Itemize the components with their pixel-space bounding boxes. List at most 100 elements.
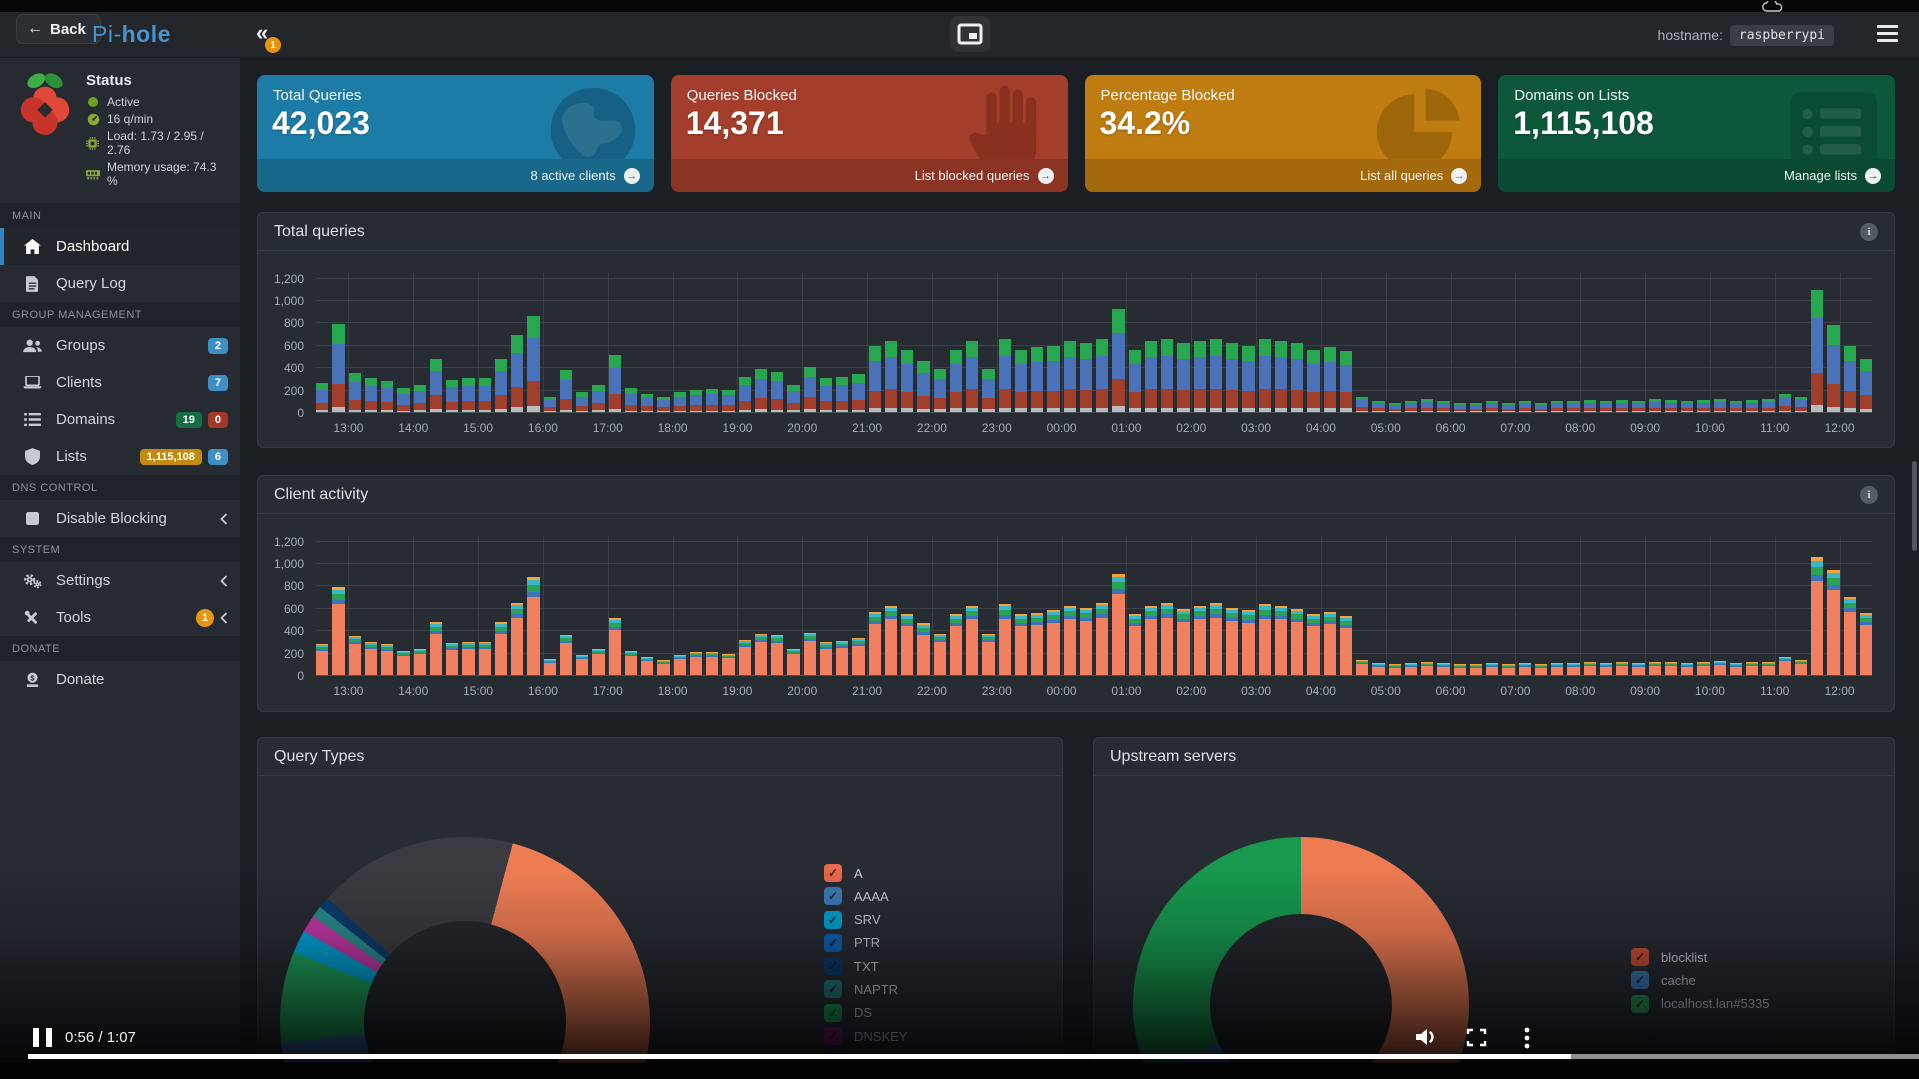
stacked-bar[interactable] [544, 659, 556, 675]
stacked-bar[interactable] [527, 316, 539, 412]
checkbox-checked-icon[interactable]: ✓ [824, 864, 842, 882]
summary-card-domains-on-lists[interactable]: Domains on Lists1,115,108Manage lists→ [1498, 75, 1895, 192]
stacked-bar[interactable] [1551, 401, 1563, 412]
stacked-bar[interactable] [1844, 346, 1856, 412]
stacked-bar[interactable] [1486, 663, 1498, 675]
stacked-bar[interactable] [1259, 604, 1271, 675]
stacked-bar[interactable] [397, 388, 409, 412]
fullscreen-button[interactable] [1466, 1028, 1487, 1052]
stacked-bar[interactable] [1112, 309, 1124, 412]
stacked-bar[interactable] [1047, 346, 1059, 412]
stacked-bar[interactable] [966, 341, 978, 412]
more-options-button[interactable] [1524, 1027, 1530, 1054]
stacked-bar[interactable] [316, 644, 328, 675]
stacked-bar[interactable] [739, 377, 751, 412]
stacked-bar[interactable] [511, 335, 523, 412]
stacked-bar[interactable] [397, 651, 409, 675]
stacked-bar[interactable] [982, 634, 994, 675]
checkbox-checked-icon[interactable]: ✓ [1631, 971, 1649, 989]
stacked-bar[interactable] [1226, 343, 1238, 412]
stacked-bar[interactable] [495, 622, 507, 675]
stacked-bar[interactable] [1242, 610, 1254, 675]
checkbox-checked-icon[interactable]: ✓ [824, 934, 842, 952]
stacked-bar[interactable] [316, 383, 328, 412]
stacked-bar[interactable] [1421, 662, 1433, 675]
stacked-bar[interactable] [1681, 663, 1693, 675]
stacked-bar[interactable] [885, 341, 897, 412]
stacked-bar[interactable] [1372, 401, 1384, 412]
stacked-bar[interactable] [1762, 662, 1774, 675]
stacked-bar[interactable] [869, 346, 881, 412]
stacked-bar[interactable] [657, 660, 669, 675]
stacked-bar[interactable] [1096, 339, 1108, 412]
stacked-bar[interactable] [771, 635, 783, 675]
stacked-bar[interactable] [950, 350, 962, 412]
stacked-bar[interactable] [1600, 401, 1612, 412]
stacked-bar[interactable] [901, 614, 913, 675]
stacked-bar[interactable] [1567, 663, 1579, 675]
sidebar-item-domains[interactable]: Domains190 [0, 401, 240, 438]
legend-item-srv[interactable]: ✓SRV [824, 911, 907, 929]
stacked-bar[interactable] [1519, 401, 1531, 412]
volume-button[interactable] [1414, 1027, 1438, 1052]
stacked-bar[interactable] [1275, 341, 1287, 412]
stacked-bar[interactable] [1161, 603, 1173, 675]
stacked-bar[interactable] [1860, 613, 1872, 675]
legend-item-naptr[interactable]: ✓NAPTR [824, 980, 907, 998]
stacked-bar[interactable] [1161, 339, 1173, 412]
stacked-bar[interactable] [1616, 400, 1628, 412]
stacked-bar[interactable] [462, 642, 474, 675]
stacked-bar[interactable] [1015, 350, 1027, 412]
info-icon[interactable]: i [1860, 486, 1878, 504]
stacked-bar[interactable] [934, 634, 946, 675]
stacked-bar[interactable] [381, 644, 393, 675]
stacked-bar[interactable] [1649, 399, 1661, 412]
stacked-bar[interactable] [820, 378, 832, 412]
stacked-bar[interactable] [349, 636, 361, 675]
stacked-bar[interactable] [641, 657, 653, 675]
stacked-bar[interactable] [1844, 597, 1856, 675]
sidebar-item-groups[interactable]: Groups2 [0, 327, 240, 364]
stacked-bar[interactable] [1307, 614, 1319, 675]
sidebar-item-clients[interactable]: Clients7 [0, 364, 240, 401]
stacked-bar[interactable] [1616, 662, 1628, 675]
stacked-bar[interactable] [1795, 660, 1807, 675]
stacked-bar[interactable] [901, 350, 913, 412]
stacked-bar[interactable] [722, 390, 734, 412]
stacked-bar[interactable] [690, 390, 702, 412]
stacked-bar[interactable] [1015, 614, 1027, 675]
stacked-bar[interactable] [836, 377, 848, 412]
stacked-bar[interactable] [1681, 401, 1693, 412]
stacked-bar[interactable] [1779, 394, 1791, 412]
stacked-bar[interactable] [495, 359, 507, 412]
stacked-bar[interactable] [1340, 351, 1352, 412]
card-footer-link[interactable]: List blocked queries→ [671, 159, 1068, 192]
info-icon[interactable]: i [1860, 223, 1878, 241]
stacked-bar[interactable] [414, 649, 426, 675]
stacked-bar[interactable] [1454, 403, 1466, 412]
legend-item-blocklist[interactable]: ✓blocklist [1631, 948, 1769, 966]
sidebar-item-dashboard[interactable]: Dashboard [0, 228, 240, 265]
stacked-bar[interactable] [1145, 606, 1157, 675]
stacked-bar[interactable] [1177, 609, 1189, 675]
stacked-bar[interactable] [852, 638, 864, 675]
stacked-bar[interactable] [414, 385, 426, 412]
stacked-bar[interactable] [1454, 664, 1466, 675]
stacked-bar[interactable] [1551, 663, 1563, 675]
stacked-bar[interactable] [1210, 603, 1222, 675]
stacked-bar[interactable] [1356, 397, 1368, 412]
stacked-bar[interactable] [1746, 662, 1758, 675]
sidebar-item-settings[interactable]: Settings [0, 562, 240, 599]
stacked-bar[interactable] [1437, 401, 1449, 412]
stacked-bar[interactable] [1437, 663, 1449, 675]
stacked-bar[interactable] [462, 378, 474, 412]
stacked-bar[interactable] [1486, 401, 1498, 412]
stacked-bar[interactable] [1714, 399, 1726, 412]
legend-item-txt[interactable]: ✓TXT [824, 957, 907, 975]
stacked-bar[interactable] [544, 397, 556, 412]
stacked-bar[interactable] [625, 651, 637, 675]
stacked-bar[interactable] [1697, 400, 1709, 412]
stacked-bar[interactable] [1129, 614, 1141, 675]
stacked-bar[interactable] [625, 388, 637, 412]
stacked-bar[interactable] [365, 642, 377, 675]
